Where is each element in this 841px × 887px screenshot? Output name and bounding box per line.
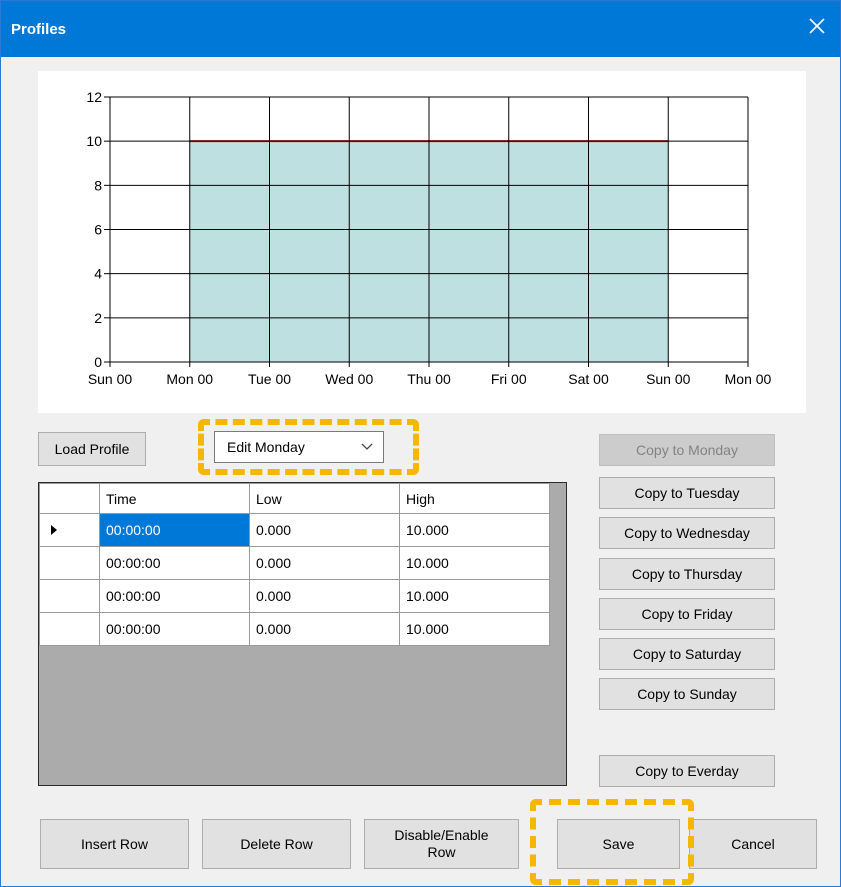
copy-to-wednesday-label: Copy to Wednesday [624, 525, 750, 541]
load-profile-button[interactable]: Load Profile [38, 432, 146, 466]
y-tick-label: 12 [86, 89, 102, 105]
highlight-save-button [530, 799, 694, 885]
copy-to-tuesday-label: Copy to Tuesday [634, 485, 740, 501]
y-tick-label: 10 [86, 133, 102, 149]
cancel-button[interactable]: Cancel [689, 819, 817, 869]
highlight-day-select [198, 419, 419, 475]
cell-time[interactable]: 00:00:00 [99, 546, 250, 580]
cancel-label: Cancel [731, 836, 775, 852]
copy-to-thursday-label: Copy to Thursday [631, 566, 743, 582]
cell-time[interactable]: 00:00:00 [99, 612, 250, 646]
title-bar: Profiles [1, 1, 840, 57]
column-header-time[interactable]: Time [99, 483, 250, 514]
x-tick-label: Mon 00 [725, 371, 772, 387]
copy-to-sunday-button[interactable]: Copy to Sunday [599, 678, 775, 710]
table-row[interactable]: 00:00:00 0.000 10.000 [39, 612, 550, 646]
copy-to-saturday-label: Copy to Saturday [632, 646, 742, 662]
x-tick-label: Sun 00 [88, 371, 133, 387]
y-tick-label: 0 [94, 354, 102, 370]
y-tick-label: 4 [94, 266, 102, 282]
cell-high[interactable]: 10.000 [399, 612, 550, 646]
insert-row-label: Insert Row [81, 836, 148, 852]
table-row[interactable]: 00:00:00 0.000 10.000 [39, 546, 550, 580]
copy-to-sunday-label: Copy to Sunday [637, 686, 737, 702]
load-profile-label: Load Profile [54, 441, 130, 457]
copy-to-wednesday-button[interactable]: Copy to Wednesday [599, 517, 775, 549]
copy-to-everyday-button[interactable]: Copy to Everday [599, 755, 775, 787]
cell-low[interactable]: 0.000 [249, 513, 400, 547]
cell-high[interactable]: 10.000 [399, 546, 550, 580]
x-tick-label: Sun 00 [646, 371, 691, 387]
close-icon [809, 18, 825, 34]
disable-enable-row-label-line1: Disable/Enable [394, 827, 489, 843]
x-tick-label: Fri 00 [491, 371, 527, 387]
row-header[interactable] [39, 612, 100, 646]
table-header-row: Time Low High [39, 483, 550, 514]
cell-low[interactable]: 0.000 [249, 546, 400, 580]
profile-chart-svg: 0 2 4 6 8 10 12 Sun 00 Mon 00 Tue 00 Wed 00 Thu 00 F… [86, 89, 772, 387]
copy-to-monday-label: Copy to Monday [636, 442, 738, 458]
copy-to-friday-label: Copy to Friday [641, 606, 733, 622]
table-row[interactable]: 00:00:00 0.000 10.000 [39, 513, 550, 547]
column-header-high[interactable]: High [399, 483, 550, 514]
y-tick-label: 6 [94, 222, 102, 238]
profiles-dialog: Profiles 0 2 4 6 8 10 12 Sun 00 Mon 00 Tue 00 Wed … [0, 0, 841, 887]
cell-high[interactable]: 10.000 [399, 579, 550, 613]
cell-low[interactable]: 0.000 [249, 579, 400, 613]
x-tick-label: Sat 00 [568, 371, 609, 387]
close-button[interactable] [802, 11, 832, 41]
table-row[interactable]: 00:00:00 0.000 10.000 [39, 579, 550, 613]
disable-enable-row-button[interactable]: Disable/Enable Row [364, 819, 519, 869]
copy-to-friday-button[interactable]: Copy to Friday [599, 598, 775, 630]
row-indicator-icon [51, 525, 57, 535]
y-tick-label: 2 [94, 310, 102, 326]
cell-low[interactable]: 0.000 [249, 612, 400, 646]
copy-to-monday-button: Copy to Monday [599, 434, 775, 466]
copy-to-saturday-button[interactable]: Copy to Saturday [599, 638, 775, 670]
y-tick-label: 8 [94, 177, 102, 193]
row-header[interactable] [39, 579, 100, 613]
delete-row-label: Delete Row [240, 836, 313, 852]
profile-table: Time Low High 00:00:00 0.000 10.000 00:0… [39, 483, 550, 646]
copy-to-everyday-label: Copy to Everday [635, 763, 739, 779]
column-header-low[interactable]: Low [249, 483, 400, 514]
profile-chart: 0 2 4 6 8 10 12 Sun 00 Mon 00 Tue 00 Wed 00 Thu 00 F… [38, 71, 806, 413]
x-tick-label: Mon 00 [166, 371, 213, 387]
cell-time[interactable]: 00:00:00 [99, 513, 250, 547]
x-tick-label: Thu 00 [407, 371, 451, 387]
insert-row-button[interactable]: Insert Row [40, 819, 189, 869]
delete-row-button[interactable]: Delete Row [202, 819, 351, 869]
disable-enable-row-label-line2: Row [427, 844, 456, 860]
x-tick-label: Wed 00 [325, 371, 373, 387]
copy-to-thursday-button[interactable]: Copy to Thursday [599, 558, 775, 590]
row-header-corner [39, 483, 100, 514]
profile-grid[interactable]: Time Low High 00:00:00 0.000 10.000 00:0… [38, 482, 567, 786]
x-tick-label: Tue 00 [248, 371, 291, 387]
copy-to-tuesday-button[interactable]: Copy to Tuesday [599, 477, 775, 509]
window-title: Profiles [11, 21, 67, 38]
row-header[interactable] [39, 546, 100, 580]
cell-time[interactable]: 00:00:00 [99, 579, 250, 613]
cell-high[interactable]: 10.000 [399, 513, 550, 547]
row-header[interactable] [39, 513, 100, 547]
